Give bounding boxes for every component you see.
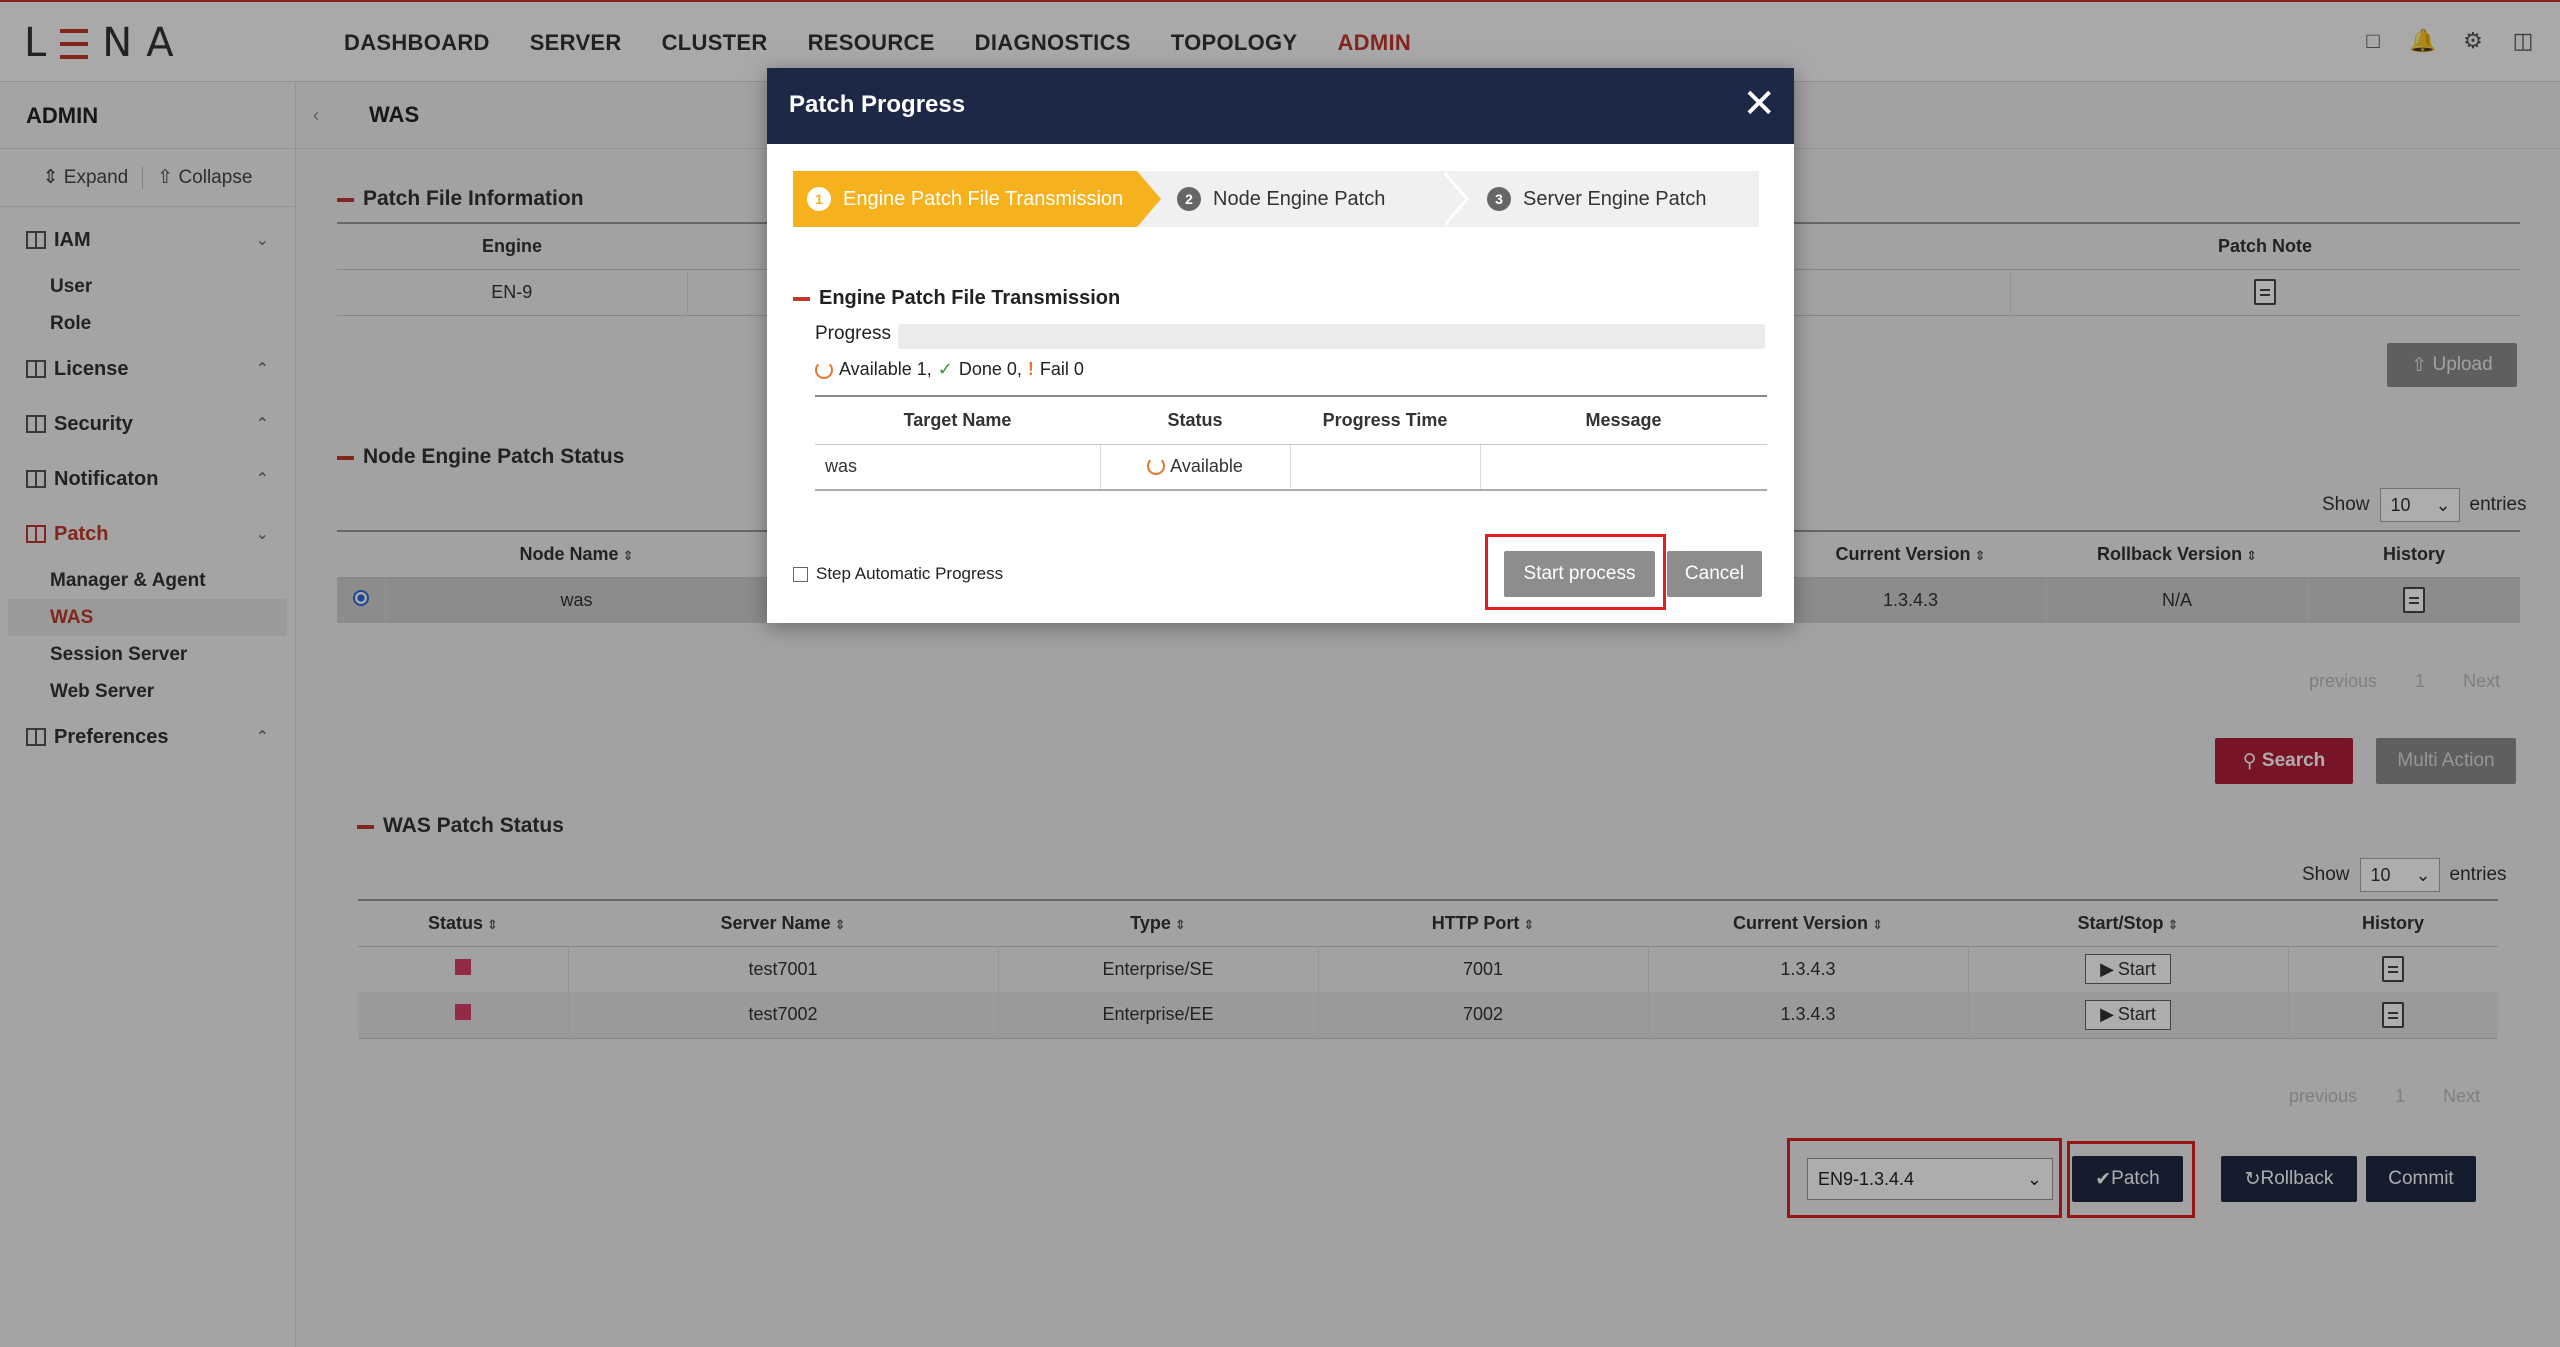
table-row: was Available <box>815 444 1767 491</box>
step-arrow <box>1441 171 1465 227</box>
modal-section-title: Engine Patch File Transmission <box>793 287 1120 310</box>
step-3: 3 Server Engine Patch <box>1487 171 1747 227</box>
available-icon <box>815 360 833 379</box>
modal-title: Patch Progress <box>789 91 966 118</box>
target-name: was <box>815 444 1101 491</box>
progress-label: Progress <box>815 323 892 344</box>
close-icon[interactable]: ✕ <box>1742 82 1776 126</box>
check-icon: ✓ <box>937 359 953 379</box>
available-icon <box>1147 457 1166 476</box>
patch-progress-modal: Patch Progress ✕ 1 Engine Patch File Tran… <box>767 68 1794 623</box>
message <box>1480 444 1767 491</box>
col-target-name: Target Name <box>815 395 1100 445</box>
progress-bar <box>898 324 1765 349</box>
step-2: 2 Node Engine Patch <box>1177 171 1437 227</box>
warning-icon: ! <box>1027 359 1034 379</box>
col-status: Status <box>1100 395 1290 445</box>
progress-counts: Available 1, ✓ Done 0, ! Fail 0 <box>815 359 1084 380</box>
fail-count: Fail 0 <box>1039 359 1084 379</box>
step-1: 1 Engine Patch File Transmission <box>793 171 1137 227</box>
done-count: Done 0, <box>958 359 1022 379</box>
col-message: Message <box>1480 395 1767 445</box>
start-process-button[interactable]: Start process <box>1504 551 1655 597</box>
transmission-table: Target Name Status Progress Time Message… <box>815 395 1767 491</box>
step-arrow <box>1137 171 1161 227</box>
step-indicator: 1 Engine Patch File Transmission 2 Node En… <box>793 171 1759 227</box>
col-progress-time: Progress Time <box>1290 395 1480 445</box>
available-count: Available 1, <box>839 359 932 379</box>
cancel-button[interactable]: Cancel <box>1667 551 1762 597</box>
step-auto-checkbox[interactable]: Step Automatic Progress <box>793 564 1003 584</box>
checkbox <box>793 566 808 582</box>
target-status: Available <box>1100 444 1291 491</box>
progress-time <box>1290 444 1481 491</box>
